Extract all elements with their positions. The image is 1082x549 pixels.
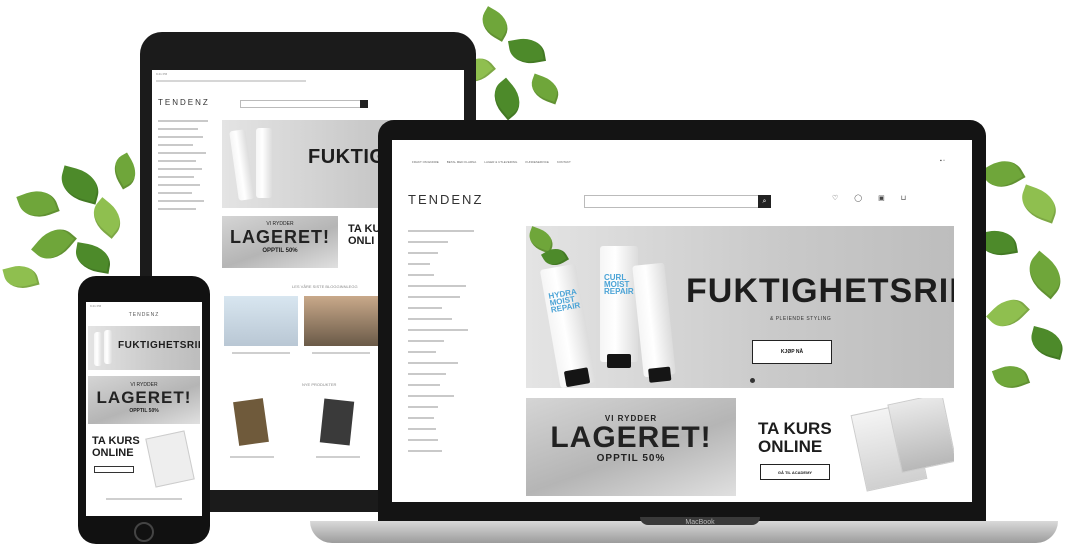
laptop-screen: FRAKT OM ENDRE BETAL MED KLARNA LAGER & … xyxy=(392,140,972,502)
tablet-product-image-1[interactable] xyxy=(233,398,269,446)
top-nav-item[interactable]: LAGER & UTLEVERING xyxy=(484,160,517,164)
phone-device: 9:41 PM TENDENZ FUKTIGHETSRIK VI RYDDER … xyxy=(78,276,210,544)
laptop-hero-title: FUKTIGHETSRIK xyxy=(686,272,954,310)
tablet-course-title-2: ONLI xyxy=(348,235,375,247)
lock-icon[interactable]: ▣ xyxy=(878,194,885,202)
tablet-promo-small: OPPTIL 50% xyxy=(262,248,298,254)
sidebar-item[interactable] xyxy=(408,384,440,386)
search-icon[interactable]: ⌕ xyxy=(758,195,771,208)
sidebar-item[interactable] xyxy=(408,296,460,298)
tablet-product-image-2[interactable] xyxy=(319,398,355,446)
top-nav-item[interactable]: BETAL MED KLARNA xyxy=(447,160,477,164)
laptop-promo-bottom: OPPTIL 50% xyxy=(596,453,666,464)
heart-icon[interactable]: ♡ xyxy=(832,194,838,202)
sidebar-item[interactable] xyxy=(408,318,452,320)
tablet-promo-big: LAGERET! xyxy=(230,227,330,247)
laptop-hero-buy-button[interactable]: KJØP NÅ xyxy=(752,340,832,364)
sidebar-item[interactable] xyxy=(408,362,458,364)
cart-icon[interactable]: ⊔ xyxy=(901,194,906,202)
tablet-promo-banner[interactable]: VI RYDDER LAGERET! OPPTIL 50% xyxy=(222,216,338,268)
sidebar-item[interactable] xyxy=(408,340,444,342)
sidebar-item[interactable] xyxy=(408,230,474,232)
phone-header-logo[interactable]: TENDENZ xyxy=(86,312,202,318)
laptop-device: FRAKT OM ENDRE BETAL MED KLARNA LAGER & … xyxy=(378,120,986,525)
top-nav-item[interactable]: FRAKT OM ENDRE xyxy=(412,160,439,164)
tube-label: HYDRA MOIST REPAIR xyxy=(547,287,582,316)
laptop-course-title-1: TA KURS xyxy=(758,419,832,438)
tablet-section-products-title: NYE PRODUKTER xyxy=(302,382,337,387)
sidebar-item[interactable] xyxy=(408,307,442,309)
sidebar-item[interactable] xyxy=(408,439,438,441)
laptop-course-title-2: ONLINE xyxy=(758,437,823,456)
sidebar-item[interactable] xyxy=(408,274,434,276)
sidebar-item[interactable] xyxy=(408,351,436,353)
phone-course-button[interactable] xyxy=(94,466,134,473)
laptop-header-icons: ♡ ◯ ▣ ⊔ xyxy=(832,194,906,202)
tablet-status-bar: 9:41 PM xyxy=(156,72,167,76)
sidebar-item[interactable] xyxy=(408,395,454,397)
top-nav-item[interactable]: KONTAKT xyxy=(557,160,571,164)
laptop-promo-big: LAGERET! xyxy=(550,421,712,454)
tablet-blog-image-1[interactable] xyxy=(224,296,298,346)
tablet-section-blog-title: LES VÅRE SISTE BLOGGINNLEGG xyxy=(292,284,358,289)
laptop-course-banner[interactable]: TA KURS ONLINE GÅ TIL ACADEMY xyxy=(744,398,954,496)
phone-status-time: 9:41 PM xyxy=(90,304,102,308)
sidebar-item[interactable] xyxy=(408,428,436,430)
sidebar-item[interactable] xyxy=(408,329,468,331)
top-nav-item[interactable]: KUNDESERVICE xyxy=(525,160,549,164)
phone-home-button[interactable] xyxy=(134,522,154,542)
laptop-promo-banner[interactable]: VI RYDDER LAGERET! OPPTIL 50% xyxy=(526,398,736,496)
sidebar-item[interactable] xyxy=(408,417,434,419)
device-mockup-scene: 9:41 PM TENDENZ FUKTIGHE VI RYDDER LAGER… xyxy=(0,0,1082,549)
sidebar-item[interactable] xyxy=(408,373,446,375)
laptop-search-input[interactable] xyxy=(584,195,764,208)
laptop-top-nav: FRAKT OM ENDRE BETAL MED KLARNA LAGER & … xyxy=(412,160,571,164)
sidebar-item[interactable] xyxy=(408,252,438,254)
tablet-blog-image-2[interactable] xyxy=(304,296,378,346)
phone-screen: 9:41 PM TENDENZ FUKTIGHETSRIK VI RYDDER … xyxy=(86,302,202,516)
user-icon[interactable]: ◯ xyxy=(854,194,862,202)
phone-promo-small: OPPTIL 50% xyxy=(129,408,159,414)
laptop-hero-subtitle: & PLEIENDE STYLING xyxy=(770,316,832,322)
product-tube-image xyxy=(632,262,676,383)
phone-hero-banner[interactable]: FUKTIGHETSRIK xyxy=(88,326,200,370)
flag-icon[interactable]: ▪ ▫ xyxy=(940,158,945,164)
product-tube-image: HYDRA MOIST REPAIR xyxy=(539,263,597,388)
carousel-dot[interactable] xyxy=(750,378,755,383)
tablet-logo[interactable]: TENDENZ xyxy=(158,98,210,107)
tablet-search-icon[interactable] xyxy=(360,100,368,108)
sidebar-item[interactable] xyxy=(408,450,442,452)
sidebar-item[interactable] xyxy=(408,241,448,243)
product-tube-image: CURL MOIST REPAIR xyxy=(600,246,638,368)
laptop-course-button[interactable]: GÅ TIL ACADEMY xyxy=(760,464,830,480)
sidebar-item[interactable] xyxy=(408,263,430,265)
tablet-search-input[interactable] xyxy=(240,100,366,108)
phone-course-banner[interactable]: TA KURS ONLINE xyxy=(88,428,200,490)
phone-course-title-2: ONLINE xyxy=(92,447,134,459)
phone-hero-title: FUKTIGHETSRIK xyxy=(118,340,200,351)
phone-promo-banner[interactable]: VI RYDDER LAGERET! OPPTIL 50% xyxy=(88,376,200,424)
sidebar-item[interactable] xyxy=(408,406,438,408)
phone-promo-big: LAGERET! xyxy=(96,388,192,407)
tablet-status-time: 9:41 PM xyxy=(156,72,168,76)
laptop-hero-banner[interactable]: HYDRA MOIST REPAIR CURL MOIST REPAIR FUK… xyxy=(526,226,954,388)
phone-course-title-1: TA KURS xyxy=(92,435,140,447)
laptop-logo[interactable]: TENDENZ xyxy=(408,192,483,207)
laptop-brand-label: MacBook xyxy=(685,519,715,526)
sidebar-item[interactable] xyxy=(408,285,466,287)
